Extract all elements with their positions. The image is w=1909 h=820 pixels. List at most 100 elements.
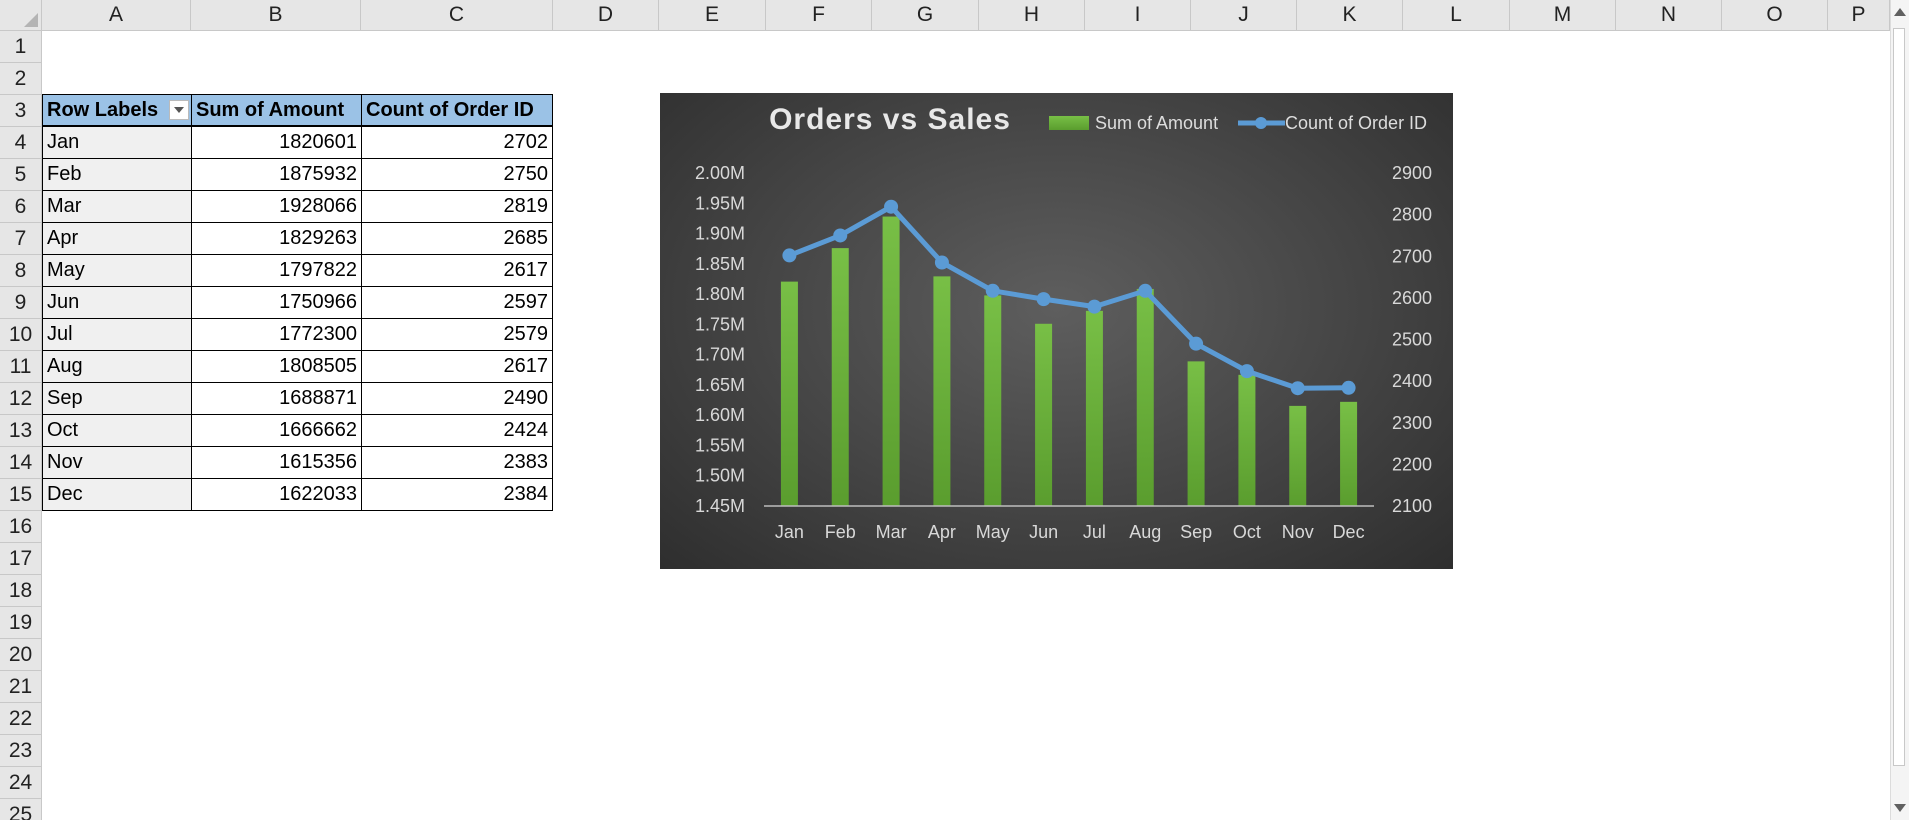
pivot-cell-count[interactable]: 2819 bbox=[361, 190, 553, 223]
pivot-row-label[interactable]: Nov bbox=[42, 446, 192, 479]
row-header-20[interactable]: 20 bbox=[0, 639, 42, 671]
pivot-cell-amount[interactable]: 1622033 bbox=[191, 478, 362, 511]
row-header-7[interactable]: 7 bbox=[0, 223, 42, 255]
pivot-row-label[interactable]: Apr bbox=[42, 222, 192, 255]
pivot-row-label[interactable]: Oct bbox=[42, 414, 192, 447]
pivot-cell-count[interactable]: 2750 bbox=[361, 158, 553, 191]
pivot-cell-count[interactable]: 2384 bbox=[361, 478, 553, 511]
legend-bar-swatch bbox=[1049, 116, 1089, 130]
column-header-K[interactable]: K bbox=[1297, 0, 1403, 31]
pivot-row-label[interactable]: Jul bbox=[42, 318, 192, 351]
pivot-cell-count[interactable]: 2685 bbox=[361, 222, 553, 255]
pivot-cell-count[interactable]: 2424 bbox=[361, 414, 553, 447]
row-header-16[interactable]: 16 bbox=[0, 511, 42, 543]
pivot-cell-amount[interactable]: 1875932 bbox=[191, 158, 362, 191]
row-header-13[interactable]: 13 bbox=[0, 415, 42, 447]
bar-sum-of-amount bbox=[933, 276, 951, 506]
row-header-24[interactable]: 24 bbox=[0, 767, 42, 799]
pivot-cell-count[interactable]: 2617 bbox=[361, 254, 553, 287]
bar-sum-of-amount bbox=[1035, 323, 1053, 506]
column-header-J[interactable]: J bbox=[1191, 0, 1297, 31]
row-header-17[interactable]: 17 bbox=[0, 543, 42, 575]
select-all-corner[interactable] bbox=[0, 0, 42, 31]
row-header-21[interactable]: 21 bbox=[0, 671, 42, 703]
pivot-header-sum-of-amount[interactable]: Sum of Amount bbox=[191, 94, 362, 126]
spreadsheet-grid[interactable]: ABCDEFGHIJKLMNOP 1 2 3 4 5 6 7 8 9 10 11 12 13 14 15 16… bbox=[0, 0, 1890, 820]
pivot-row-label[interactable]: Feb bbox=[42, 158, 192, 191]
pivot-cell-count[interactable]: 2383 bbox=[361, 446, 553, 479]
row-header-25[interactable]: 25 bbox=[0, 799, 42, 820]
pivot-cell-amount[interactable]: 1797822 bbox=[191, 254, 362, 287]
column-header-M[interactable]: M bbox=[1510, 0, 1616, 31]
bar-sum-of-amount bbox=[1085, 310, 1103, 506]
pivot-cell-amount[interactable]: 1666662 bbox=[191, 414, 362, 447]
column-header-N[interactable]: N bbox=[1616, 0, 1722, 31]
combo-chart[interactable]: Orders vs Sales Sum of Amount Count of Ord… bbox=[660, 93, 1453, 569]
pivot-cell-count[interactable]: 2490 bbox=[361, 382, 553, 415]
row-header-19[interactable]: 19 bbox=[0, 607, 42, 639]
pivot-row-label[interactable]: Mar bbox=[42, 190, 192, 223]
scroll-up-icon[interactable] bbox=[1894, 8, 1906, 16]
pivot-cell-amount[interactable]: 1750966 bbox=[191, 286, 362, 319]
pivot-cell-amount[interactable]: 1928066 bbox=[191, 190, 362, 223]
column-header-A[interactable]: A bbox=[42, 0, 191, 31]
column-header-B[interactable]: B bbox=[191, 0, 361, 31]
row-header-2[interactable]: 2 bbox=[0, 63, 42, 95]
line-point-count-of-order-id bbox=[1087, 299, 1102, 314]
pivot-header-row-labels[interactable]: Row Labels bbox=[42, 94, 192, 126]
column-header-O[interactable]: O bbox=[1722, 0, 1828, 31]
legend-label: Sum of Amount bbox=[1095, 113, 1218, 133]
pivot-cell-amount[interactable]: 1688871 bbox=[191, 382, 362, 415]
pivot-cell-count[interactable]: 2702 bbox=[361, 126, 553, 159]
pivot-cell-amount[interactable]: 1829263 bbox=[191, 222, 362, 255]
column-header-C[interactable]: C bbox=[361, 0, 553, 31]
pivot-row-label[interactable]: May bbox=[42, 254, 192, 287]
y-left-tick-label: 1.95M bbox=[695, 193, 745, 213]
row-header-6[interactable]: 6 bbox=[0, 191, 42, 223]
line-point-count-of-order-id bbox=[1341, 380, 1356, 395]
row-header-10[interactable]: 10 bbox=[0, 319, 42, 351]
y-right-tick-label: 2100 bbox=[1392, 496, 1432, 516]
scroll-down-icon[interactable] bbox=[1894, 804, 1906, 812]
row-header-12[interactable]: 12 bbox=[0, 383, 42, 415]
row-header-23[interactable]: 23 bbox=[0, 735, 42, 767]
pivot-cell-amount[interactable]: 1808505 bbox=[191, 350, 362, 383]
row-header-1[interactable]: 1 bbox=[0, 31, 42, 63]
row-header-9[interactable]: 9 bbox=[0, 287, 42, 319]
pivot-cell-amount[interactable]: 1772300 bbox=[191, 318, 362, 351]
column-header-F[interactable]: F bbox=[766, 0, 872, 31]
column-header-D[interactable]: D bbox=[553, 0, 659, 31]
filter-dropdown-button[interactable] bbox=[169, 100, 189, 120]
row-header-14[interactable]: 14 bbox=[0, 447, 42, 479]
row-header-22[interactable]: 22 bbox=[0, 703, 42, 735]
column-header-E[interactable]: E bbox=[659, 0, 766, 31]
vertical-scrollbar[interactable] bbox=[1890, 0, 1909, 820]
pivot-row-label[interactable]: Jan bbox=[42, 126, 192, 159]
pivot-cell-count[interactable]: 2617 bbox=[361, 350, 553, 383]
column-header-I[interactable]: I bbox=[1085, 0, 1191, 31]
y-left-tick-label: 1.55M bbox=[695, 435, 745, 455]
column-header-P[interactable]: P bbox=[1828, 0, 1890, 31]
pivot-cell-count[interactable]: 2579 bbox=[361, 318, 553, 351]
column-header-H[interactable]: H bbox=[979, 0, 1085, 31]
row-header-4[interactable]: 4 bbox=[0, 127, 42, 159]
pivot-row-label[interactable]: Jun bbox=[42, 286, 192, 319]
row-header-15[interactable]: 15 bbox=[0, 479, 42, 511]
column-header-L[interactable]: L bbox=[1403, 0, 1510, 31]
pivot-cell-count[interactable]: 2597 bbox=[361, 286, 553, 319]
scrollbar-thumb[interactable] bbox=[1893, 28, 1905, 766]
row-header-8[interactable]: 8 bbox=[0, 255, 42, 287]
row-header-18[interactable]: 18 bbox=[0, 575, 42, 607]
row-header-11[interactable]: 11 bbox=[0, 351, 42, 383]
x-tick-label: Jul bbox=[1083, 522, 1106, 542]
row-header-5[interactable]: 5 bbox=[0, 159, 42, 191]
pivot-header-count-of-order-id[interactable]: Count of Order ID bbox=[361, 94, 553, 126]
pivot-row-label[interactable]: Dec bbox=[42, 478, 192, 511]
row-header-3[interactable]: 3 bbox=[0, 95, 42, 127]
pivot-cell-amount[interactable]: 1820601 bbox=[191, 126, 362, 159]
column-header-G[interactable]: G bbox=[872, 0, 979, 31]
pivot-row-label[interactable]: Sep bbox=[42, 382, 192, 415]
pivot-cell-amount[interactable]: 1615356 bbox=[191, 446, 362, 479]
pivot-row-label[interactable]: Aug bbox=[42, 350, 192, 383]
line-point-count-of-order-id bbox=[1290, 381, 1305, 396]
